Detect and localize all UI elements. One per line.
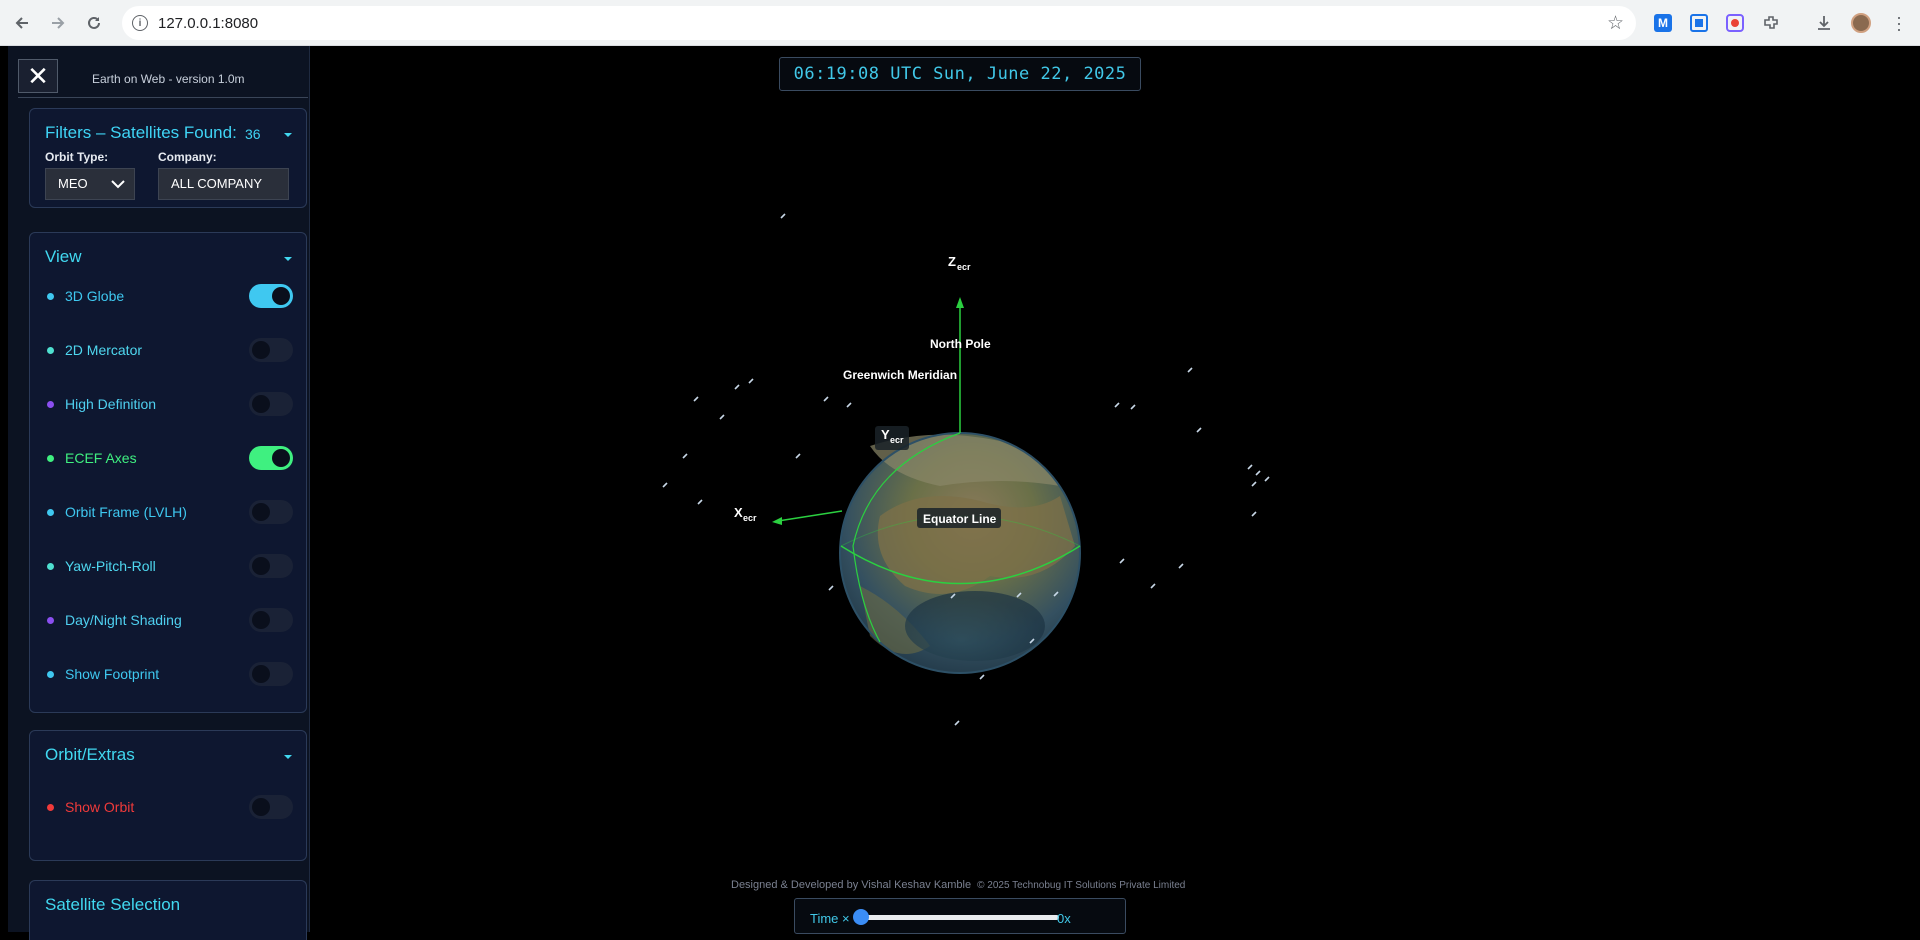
- x-axis-line: [777, 510, 843, 522]
- satellite-marker[interactable]: [780, 213, 786, 219]
- satellite-marker[interactable]: [979, 674, 985, 680]
- satellite-marker[interactable]: [682, 453, 688, 459]
- time-control: Time × 0x: [794, 898, 1126, 934]
- copyright-text: © 2025 Technobug IT Solutions Private Li…: [977, 880, 1186, 891]
- satellite-marker[interactable]: [1187, 367, 1193, 373]
- designer-credit: Designed & Developed by Vishal Keshav Ka…: [731, 879, 972, 891]
- download-icon[interactable]: [1813, 12, 1835, 34]
- profile-avatar[interactable]: [1850, 12, 1872, 34]
- equator-label: Equator Line: [923, 512, 997, 526]
- earth-globe[interactable]: [839, 432, 1081, 674]
- browser-toolbar: i 127.0.0.1:8080 ☆ M · · ·: [0, 0, 1920, 46]
- satellite-marker[interactable]: [1119, 558, 1125, 564]
- satellite-marker[interactable]: [693, 396, 699, 402]
- screenshot-extension-icon[interactable]: [1688, 12, 1710, 34]
- z-axis-subscript: ecr: [957, 262, 971, 272]
- menu-kebab-icon[interactable]: · · ·: [1888, 8, 1910, 38]
- x-axis-subscript: ecr: [743, 513, 757, 523]
- satellite-marker[interactable]: [1247, 464, 1253, 470]
- globe-scene[interactable]: Z ecr Y ecr X ecr North Pole Greenwich M…: [0, 46, 1920, 932]
- greenwich-meridian-label: Greenwich Meridian: [843, 368, 957, 382]
- back-icon[interactable]: [10, 11, 34, 35]
- satellite-marker[interactable]: [1114, 402, 1120, 408]
- satellite-marker[interactable]: [662, 482, 668, 488]
- satellite-marker[interactable]: [1196, 427, 1202, 433]
- satellite-marker[interactable]: [1178, 563, 1184, 569]
- satellite-marker[interactable]: [1130, 404, 1136, 410]
- satellite-marker[interactable]: [1264, 476, 1270, 482]
- satellite-marker[interactable]: [1251, 511, 1257, 517]
- bookmark-star-icon[interactable]: ☆: [1607, 12, 1624, 35]
- x-axis-arrow: [772, 517, 782, 525]
- satellite-marker[interactable]: [748, 378, 754, 384]
- satellite-marker[interactable]: [954, 720, 960, 726]
- satellite-marker[interactable]: [828, 585, 834, 591]
- x-axis-label: X: [734, 505, 743, 520]
- time-label: Time ×: [810, 911, 850, 926]
- satellite-marker[interactable]: [795, 453, 801, 459]
- y-axis-label: Y: [881, 427, 890, 442]
- satellite-marker[interactable]: [1251, 481, 1257, 487]
- z-axis-label: Z: [948, 254, 956, 269]
- site-info-icon[interactable]: i: [132, 15, 148, 31]
- time-multiplier-value: 0x: [1057, 911, 1071, 926]
- extensions-puzzle-icon[interactable]: [1760, 12, 1782, 34]
- z-axis-arrow: [956, 297, 964, 308]
- record-extension-icon[interactable]: [1724, 12, 1746, 34]
- satellite-marker[interactable]: [734, 384, 740, 390]
- satellite-marker[interactable]: [846, 402, 852, 408]
- credit-text: Designed & Developed by Vishal Keshav Ka…: [731, 879, 1185, 891]
- address-bar[interactable]: i 127.0.0.1:8080 ☆: [122, 6, 1636, 40]
- north-pole-label: North Pole: [930, 337, 991, 351]
- satellite-marker[interactable]: [697, 499, 703, 505]
- time-slider-track[interactable]: [861, 915, 1059, 920]
- time-slider-thumb[interactable]: [853, 909, 869, 925]
- y-axis-subscript: ecr: [890, 435, 904, 445]
- satellite-marker[interactable]: [823, 396, 829, 402]
- satellite-marker[interactable]: [719, 414, 725, 420]
- forward-icon[interactable]: [46, 11, 70, 35]
- satellite-marker[interactable]: [1255, 470, 1261, 476]
- url-text: 127.0.0.1:8080: [158, 15, 259, 32]
- satellite-marker[interactable]: [1150, 583, 1156, 589]
- extension-m-icon[interactable]: M: [1652, 12, 1674, 34]
- reload-icon[interactable]: [82, 11, 106, 35]
